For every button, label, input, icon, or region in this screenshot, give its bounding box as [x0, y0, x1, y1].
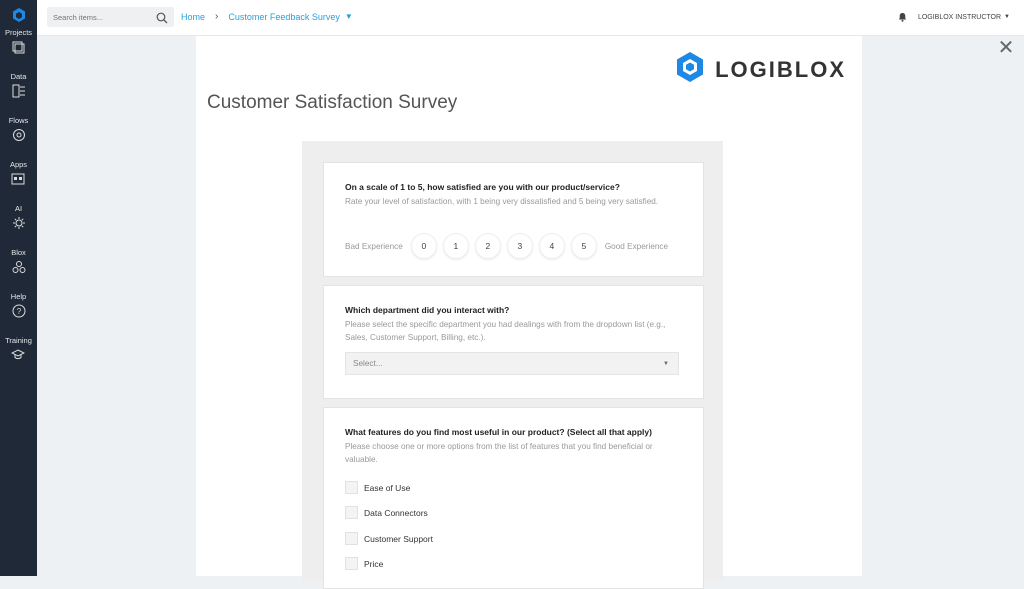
apps-icon [10, 171, 26, 187]
checkbox[interactable] [345, 532, 358, 545]
logo-wordmark: LOGIBLOX [715, 56, 846, 82]
rating-option-1[interactable]: 1 [442, 233, 469, 259]
training-icon [10, 347, 26, 363]
nav-blox-label: Blox [11, 248, 26, 257]
nav-flows[interactable]: Flows [8, 116, 29, 143]
search-input[interactable] [47, 11, 155, 23]
question-title: What features do you find most useful in… [345, 427, 652, 437]
feature-option[interactable]: Price [345, 557, 383, 570]
data-icon [11, 83, 27, 99]
logo-hexagon-icon [673, 50, 707, 89]
chevron-down-icon: ▼ [663, 361, 669, 367]
nav-apps-label: Apps [9, 160, 28, 169]
rating-option-3[interactable]: 3 [506, 233, 533, 259]
question-card-features: What features do you find most useful in… [323, 407, 704, 589]
nav-projects[interactable]: Projects [5, 28, 32, 55]
user-menu[interactable]: LOGIBLOX INSTRUCTOR ▼ [898, 12, 1010, 22]
app-logo-icon[interactable] [10, 6, 28, 24]
nav-ai-label: AI [14, 204, 23, 213]
checkbox[interactable] [345, 557, 358, 570]
search-box[interactable] [47, 7, 174, 27]
blox-icon [11, 259, 27, 275]
feature-option[interactable]: Data Connectors [345, 506, 428, 519]
bell-icon[interactable] [898, 12, 908, 22]
user-dropdown-icon[interactable]: ▼ [1004, 14, 1010, 20]
breadcrumb-separator-icon: › [215, 11, 219, 22]
page-title: Customer Satisfaction Survey [207, 92, 458, 113]
rating-option-5[interactable]: 5 [570, 233, 597, 259]
rating-option-4[interactable]: 4 [538, 233, 565, 259]
breadcrumb-home[interactable]: Home [181, 12, 205, 22]
nav-apps[interactable]: Apps [10, 160, 27, 187]
ai-icon [11, 215, 27, 231]
question-description: Please choose one or more options from t… [345, 442, 653, 464]
breadcrumb-current[interactable]: Customer Feedback Survey [228, 12, 340, 22]
nav-blox[interactable]: Blox [11, 248, 27, 275]
nav-training-label: Training [5, 336, 32, 345]
rating-high-label: Good Experience [604, 241, 669, 251]
feature-option-label: Customer Support [364, 533, 433, 544]
survey-page: LOGIBLOX Customer Satisfaction Survey On… [196, 36, 862, 589]
nav-data-label: Data [10, 72, 27, 81]
question-title: Which department did you interact with? [345, 305, 510, 315]
search-icon[interactable] [156, 11, 168, 24]
checkbox[interactable] [345, 481, 358, 494]
question-card-satisfaction: On a scale of 1 to 5, how satisfied are … [323, 162, 704, 277]
feature-option[interactable]: Customer Support [345, 532, 433, 545]
rating-scale: Bad Experience 0 1 2 3 4 5 Good Experien… [345, 233, 668, 259]
flows-icon [11, 127, 27, 143]
question-card-department: Which department did you interact with? … [323, 285, 704, 399]
projects-icon [11, 39, 27, 55]
feature-option[interactable]: Ease of Use [345, 481, 410, 494]
feature-option-label: Data Connectors [364, 507, 428, 518]
logiblox-logo: LOGIBLOX [673, 50, 846, 89]
rating-option-2[interactable]: 2 [474, 233, 501, 259]
rating-low-label: Bad Experience [345, 241, 403, 251]
breadcrumb: Home › Customer Feedback Survey ▼ [181, 11, 353, 22]
help-icon: ? [11, 303, 27, 319]
nav-training[interactable]: Training [5, 336, 32, 363]
user-name[interactable]: LOGIBLOX INSTRUCTOR [918, 14, 1001, 21]
question-description: Please select the specific department yo… [345, 320, 666, 342]
nav-help[interactable]: Help ? [11, 292, 27, 319]
close-icon[interactable]: ✕ [996, 38, 1016, 58]
top-bar: Home › Customer Feedback Survey ▼ LOGIBL… [37, 0, 1024, 36]
rating-option-0[interactable]: 0 [410, 233, 437, 259]
department-select-value: Select... [353, 359, 383, 368]
breadcrumb-dropdown-icon[interactable]: ▼ [345, 12, 353, 21]
feature-option-label: Ease of Use [364, 482, 411, 493]
department-select[interactable]: Select... ▼ [345, 352, 679, 375]
left-nav-rail: Projects Data Flows Apps AI Blox Help ? … [0, 0, 37, 576]
nav-projects-label: Projects [4, 28, 33, 37]
nav-ai[interactable]: AI [11, 204, 27, 231]
survey-form: On a scale of 1 to 5, how satisfied are … [302, 141, 723, 589]
nav-help-label: Help [10, 292, 27, 301]
checkbox[interactable] [345, 506, 358, 519]
question-description: Rate your level of satisfaction, with 1 … [345, 197, 659, 206]
nav-data[interactable]: Data [11, 72, 27, 99]
svg-text:?: ? [16, 307, 21, 316]
question-title: On a scale of 1 to 5, how satisfied are … [345, 182, 620, 192]
nav-flows-label: Flows [8, 116, 29, 125]
feature-option-label: Price [364, 558, 384, 569]
